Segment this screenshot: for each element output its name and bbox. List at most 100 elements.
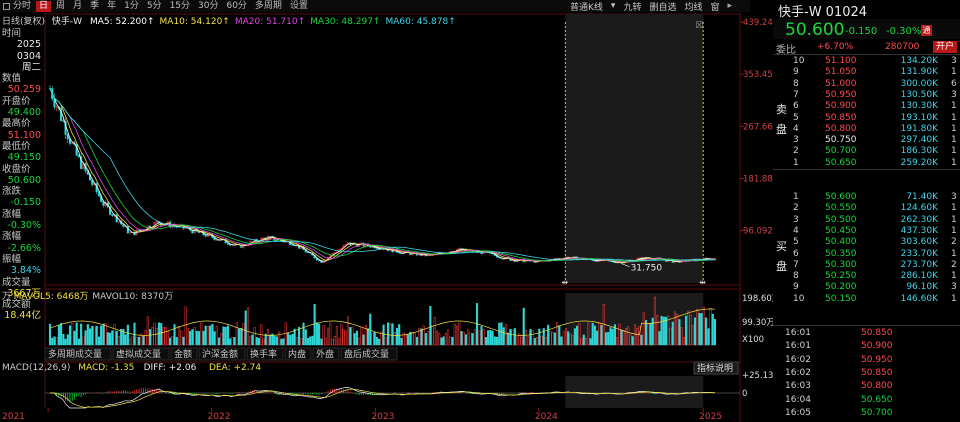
volume-bar bbox=[484, 337, 487, 346]
bid-row[interactable]: 10 50.150 146.60K 1 bbox=[773, 294, 960, 305]
candle-body bbox=[62, 120, 65, 122]
volume-bar bbox=[206, 326, 209, 346]
trade-row: 16:02 50.950 bbox=[773, 355, 960, 366]
volume-bar bbox=[464, 334, 467, 346]
candle-body bbox=[398, 252, 401, 254]
book-price: 50.700 bbox=[825, 146, 857, 157]
x-tick-label: 2025 bbox=[699, 412, 722, 422]
volume-bar bbox=[469, 332, 472, 346]
volume-bar bbox=[458, 322, 461, 346]
volume-bar bbox=[289, 334, 292, 346]
kline-chart[interactable]: ⇹ ⇹ ☒ 439.247 353.458 267.669 181.881 96.092 31.… bbox=[0, 0, 773, 422]
book-n: 1 bbox=[951, 157, 957, 168]
volume-bar bbox=[651, 317, 654, 346]
book-price: 50.600 bbox=[825, 192, 857, 202]
volume-bar bbox=[500, 322, 503, 346]
volume-bar bbox=[442, 336, 445, 346]
volume-bar bbox=[215, 325, 218, 346]
volume-bar bbox=[160, 323, 163, 346]
book-n: 3 bbox=[951, 56, 957, 66]
volume-bar bbox=[547, 324, 550, 346]
book-n: 1 bbox=[951, 123, 957, 134]
volume-bar bbox=[351, 326, 354, 346]
book-vol: 262.30K bbox=[900, 214, 938, 225]
volume-bar bbox=[313, 304, 316, 346]
volume-bar bbox=[507, 332, 510, 346]
connect-badge[interactable]: 通 bbox=[921, 25, 932, 36]
trade-price: 50.650 bbox=[861, 394, 893, 405]
book-price: 51.100 bbox=[825, 56, 857, 66]
book-n: 3 bbox=[951, 192, 957, 202]
bid-row[interactable]: 6 50.350 233.70K 1 bbox=[773, 249, 960, 260]
volume-bar bbox=[255, 337, 258, 346]
volume-bar bbox=[304, 329, 307, 346]
ask-row[interactable]: 2 50.700 186.30K 1 bbox=[773, 146, 960, 157]
volume-tick-label: X100 bbox=[742, 335, 764, 345]
book-vol: 297.40K bbox=[900, 135, 938, 146]
subchart-tab-label: 内盘 bbox=[288, 348, 306, 360]
volume-bar bbox=[529, 329, 532, 346]
volume-bar bbox=[407, 334, 410, 346]
volume-bar bbox=[438, 332, 441, 346]
bid-row[interactable]: 9 50.200 96.10K 3 bbox=[773, 282, 960, 293]
volume-bar bbox=[424, 333, 427, 346]
macd-tick-label: 0 bbox=[742, 389, 747, 399]
volume-bar bbox=[311, 335, 314, 346]
volume-bar bbox=[495, 337, 499, 346]
ask-row[interactable]: 6 50.900 130.30K 1 bbox=[773, 101, 960, 112]
volume-bar bbox=[522, 307, 525, 346]
ask-row[interactable]: 9 51.050 131.90K 1 bbox=[773, 67, 960, 78]
volume-bar bbox=[324, 337, 327, 346]
volume-bar bbox=[451, 337, 454, 346]
subchart-tab-label: 多周期成交量 bbox=[48, 348, 102, 360]
volume-bar bbox=[329, 322, 332, 346]
book-vol: 286.10K bbox=[900, 271, 938, 282]
weicha-value: 280700 bbox=[885, 42, 920, 52]
book-n: 1 bbox=[951, 135, 957, 146]
volume-bar bbox=[531, 330, 534, 346]
bid-row[interactable]: 3 50.500 262.30K 1 bbox=[773, 215, 960, 226]
volume-bar bbox=[431, 325, 434, 346]
price-change: -0.150 bbox=[845, 26, 878, 37]
volume-bar bbox=[295, 337, 298, 346]
volume-bar bbox=[318, 323, 321, 346]
bid-row[interactable]: 2 50.550 124.60K 1 bbox=[773, 203, 960, 214]
volume-bar bbox=[429, 306, 432, 346]
indicator-help-label: 指标说明 bbox=[697, 362, 733, 374]
volume-bar bbox=[151, 327, 154, 346]
bid-row[interactable]: 5 50.400 303.60K 2 bbox=[773, 237, 960, 248]
macd-legend-item: DIFF: +2.06 bbox=[144, 363, 197, 373]
ask-row[interactable]: 7 50.950 130.50K 3 bbox=[773, 90, 960, 101]
ask-row[interactable]: 1 50.650 259.20K 1 bbox=[773, 158, 960, 169]
bid-row[interactable]: 1 50.600 71.40K 3 bbox=[773, 192, 960, 203]
volume-bar bbox=[489, 330, 492, 346]
ask-row[interactable]: 10 51.100 134.20K 3 bbox=[773, 56, 960, 67]
volume-bar bbox=[177, 326, 181, 346]
drag-handle-icon[interactable]: ⇹ bbox=[561, 278, 568, 287]
x-tick-label: 2023 bbox=[371, 412, 394, 422]
selection-region[interactable] bbox=[565, 14, 704, 283]
volume-bar bbox=[233, 336, 236, 346]
volume-bar bbox=[400, 337, 403, 346]
ask-row[interactable]: 8 51.000 300.00K 6 bbox=[773, 79, 960, 90]
volume-bar bbox=[95, 325, 98, 346]
volume-bar bbox=[536, 336, 539, 346]
volume-bar bbox=[649, 322, 652, 346]
drag-handle-icon[interactable]: ⇹ bbox=[699, 278, 706, 287]
volume-bar bbox=[384, 337, 387, 346]
close-icon[interactable]: ☒ bbox=[695, 21, 703, 31]
book-n: 1 bbox=[951, 214, 957, 225]
bid-row[interactable]: 8 50.250 286.10K 1 bbox=[773, 271, 960, 282]
bid-row[interactable]: 4 50.450 437.30K 1 bbox=[773, 226, 960, 237]
bid-row[interactable]: 7 50.300 273.70K 2 bbox=[773, 260, 960, 271]
book-price: 50.350 bbox=[825, 248, 857, 259]
ask-row[interactable]: 4 50.800 191.80K 1 bbox=[773, 124, 960, 135]
ask-row[interactable]: 3 50.750 297.40K 1 bbox=[773, 135, 960, 146]
volume-bar bbox=[540, 336, 543, 346]
volume-bar bbox=[558, 325, 561, 346]
volume-bar bbox=[355, 330, 358, 346]
ask-row[interactable]: 5 50.850 193.10K 1 bbox=[773, 113, 960, 124]
open-account-button[interactable]: 开户 bbox=[933, 41, 958, 53]
volume-bar bbox=[420, 328, 423, 346]
trade-row: 16:01 50.900 bbox=[773, 341, 960, 352]
